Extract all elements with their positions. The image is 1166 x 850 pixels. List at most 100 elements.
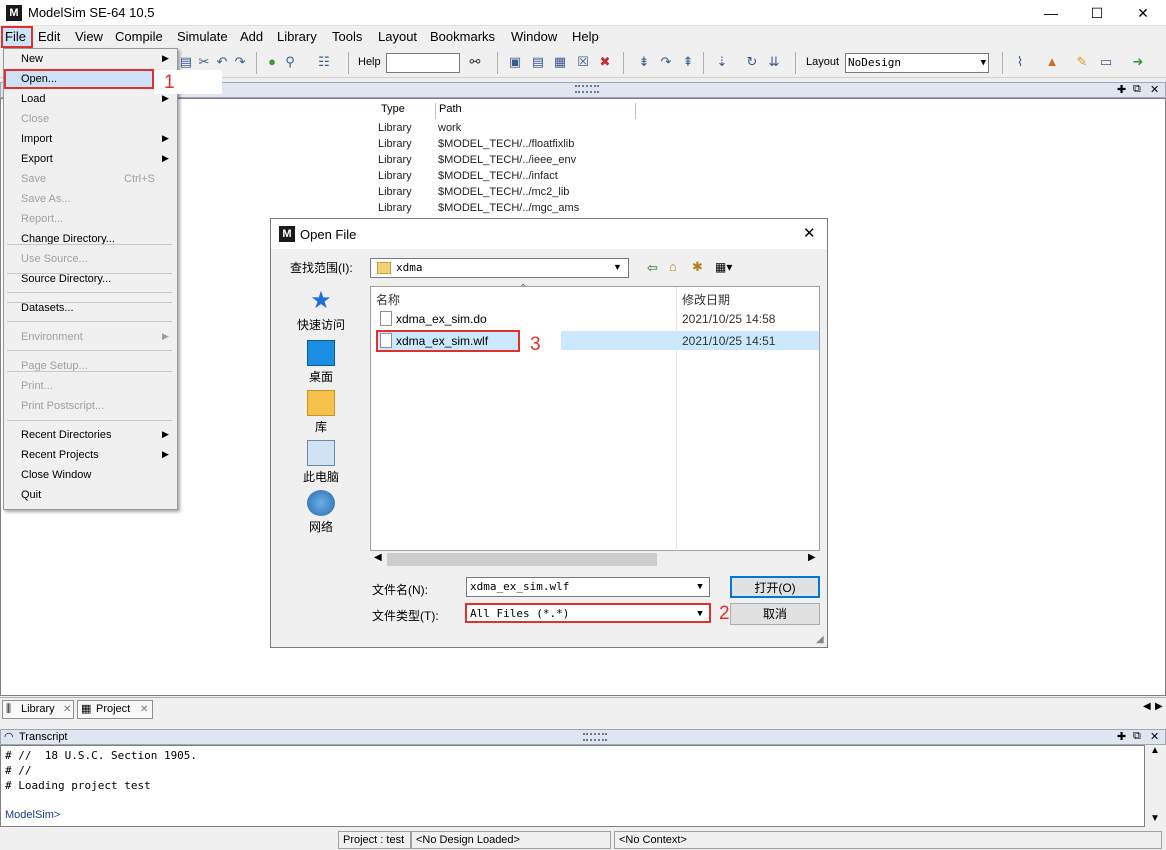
stop-icon[interactable]: ✖ xyxy=(597,54,613,70)
layout-select[interactable]: NoDesign ▼ xyxy=(845,53,989,73)
menu-edit[interactable]: Edit xyxy=(38,29,60,44)
library-row-path[interactable]: work xyxy=(438,122,461,134)
scroll-up-icon[interactable]: ▲ xyxy=(1150,745,1160,756)
menu-item-datasets[interactable]: Datasets... xyxy=(21,302,74,314)
scroll-left-icon[interactable]: ◀ xyxy=(1143,701,1151,712)
menu-bookmarks[interactable]: Bookmarks xyxy=(430,29,495,44)
tab-library[interactable]: ⫼ Library ✕ xyxy=(2,700,74,719)
file-name[interactable]: xdma_ex_sim.wlf xyxy=(396,334,488,348)
place-this-pc[interactable]: 此电脑 xyxy=(279,440,363,485)
menu-item-new[interactable]: New xyxy=(21,53,43,65)
new-folder-icon[interactable]: ✱ xyxy=(692,259,703,275)
toolbar-find-icon[interactable]: ⚲ xyxy=(282,54,298,70)
library-row-type[interactable]: Library xyxy=(378,170,412,182)
scroll-down-icon[interactable]: ▼ xyxy=(1150,813,1160,824)
break-icon[interactable]: ☒ xyxy=(575,54,591,70)
menu-item-export[interactable]: Export xyxy=(21,153,53,165)
column-header-name[interactable]: 名称 xyxy=(376,291,400,308)
dialog-close-icon[interactable]: ✕ xyxy=(803,224,816,242)
filetype-select[interactable]: All Files (*.*) ▼ xyxy=(465,603,711,623)
scroll-thumb[interactable] xyxy=(387,553,657,566)
column-header-modified[interactable]: 修改日期 xyxy=(682,291,730,308)
forward-icon[interactable]: ➜ xyxy=(1130,54,1146,70)
pane-add-icon[interactable]: ✚ xyxy=(1117,730,1126,743)
toolbar-cut-icon[interactable]: ✂ xyxy=(196,54,212,70)
horizontal-scrollbar[interactable]: ◀ ▶ xyxy=(370,551,820,568)
menu-item-open[interactable]: Open... xyxy=(21,73,57,85)
tab-close-icon[interactable]: ✕ xyxy=(63,701,71,718)
compile-icon[interactable]: ▣ xyxy=(507,54,523,70)
toolbar-go-icon[interactable]: ● xyxy=(264,54,280,70)
command-prompt[interactable]: ModelSim> xyxy=(5,809,60,821)
library-row-path[interactable]: $MODEL_TECH/../floatfixlib xyxy=(438,138,574,150)
back-icon[interactable]: ⇦ xyxy=(647,260,658,276)
minimize-button[interactable]: — xyxy=(1028,0,1074,26)
run-all-icon[interactable]: ⇊ xyxy=(766,54,782,70)
menu-tools[interactable]: Tools xyxy=(332,29,362,44)
toolbar-undo-icon[interactable]: ↶ xyxy=(214,54,230,70)
up-folder-icon[interactable]: ⌂ xyxy=(669,259,677,274)
resize-grip-icon[interactable]: ◢ xyxy=(816,634,824,645)
menu-item-load[interactable]: Load xyxy=(21,93,45,105)
tab-close-icon[interactable]: ✕ xyxy=(140,701,148,718)
library-row-path[interactable]: $MODEL_TECH/../mgc_ams xyxy=(438,202,579,214)
library-row-path[interactable]: $MODEL_TECH/../mc2_lib xyxy=(438,186,569,198)
help-search-input[interactable] xyxy=(386,53,460,73)
scroll-left-icon[interactable]: ◀ xyxy=(374,552,382,563)
library-row-path[interactable]: $MODEL_TECH/../ieee_env xyxy=(438,154,576,166)
run-icon[interactable]: ⇣ xyxy=(714,54,730,70)
menu-help[interactable]: Help xyxy=(572,29,599,44)
step-out-icon[interactable]: ⇞ xyxy=(680,54,696,70)
toolbar-redo-icon[interactable]: ↷ xyxy=(232,54,248,70)
maximize-button[interactable]: ☐ xyxy=(1074,0,1120,26)
open-button[interactable]: 打开(O) xyxy=(730,576,820,598)
menu-simulate[interactable]: Simulate xyxy=(177,29,228,44)
place-network[interactable]: 网络 xyxy=(279,490,363,535)
menu-library[interactable]: Library xyxy=(277,29,317,44)
library-row-type[interactable]: Library xyxy=(378,154,412,166)
menu-compile[interactable]: Compile xyxy=(115,29,163,44)
file-name[interactable]: xdma_ex_sim.do xyxy=(396,312,487,326)
tab-project[interactable]: ▦ Project ✕ xyxy=(77,700,153,719)
vertical-scrollbar[interactable]: ▲ ▼ xyxy=(1145,745,1166,827)
library-row-path[interactable]: $MODEL_TECH/../infact xyxy=(438,170,558,182)
wave-icon[interactable]: ⌇ xyxy=(1012,54,1028,70)
binoculars-icon[interactable]: ⚯ xyxy=(467,54,483,70)
pane-close-icon[interactable]: ✕ xyxy=(1150,730,1159,743)
scroll-right-icon[interactable]: ▶ xyxy=(808,552,816,563)
edit-icon[interactable]: ✎ xyxy=(1074,54,1090,70)
library-row-type[interactable]: Library xyxy=(378,122,412,134)
menu-item-recent-projects[interactable]: Recent Projects xyxy=(21,449,99,461)
toolbar-tree-icon[interactable]: ☷ xyxy=(316,54,332,70)
menu-item-import[interactable]: Import xyxy=(21,133,52,145)
place-libraries[interactable]: 库 xyxy=(279,390,363,435)
menu-view[interactable]: View xyxy=(75,29,103,44)
scroll-right-icon[interactable]: ▶ xyxy=(1155,701,1163,712)
pane-close-icon[interactable]: ✕ xyxy=(1150,83,1159,96)
column-header-type[interactable]: Type xyxy=(378,103,436,119)
pane-undock-icon[interactable]: ⧉ xyxy=(1133,730,1141,743)
simulate-icon[interactable]: ▦ xyxy=(552,54,568,70)
menu-item-recent-directories[interactable]: Recent Directories xyxy=(21,429,111,441)
pane-undock-icon[interactable]: ⧉ xyxy=(1133,83,1141,96)
menu-item-close-window[interactable]: Close Window xyxy=(21,469,91,481)
pane-grip-icon[interactable] xyxy=(583,733,607,741)
menu-item-quit[interactable]: Quit xyxy=(21,489,41,501)
menu-window[interactable]: Window xyxy=(511,29,557,44)
place-desktop[interactable]: 桌面 xyxy=(279,340,363,385)
menu-file-active[interactable]: File xyxy=(5,29,26,44)
library-row-type[interactable]: Library xyxy=(378,202,412,214)
filename-input[interactable]: xdma_ex_sim.wlf ▼ xyxy=(466,577,710,597)
menu-layout[interactable]: Layout xyxy=(378,29,417,44)
lookin-select[interactable]: xdma ▼ xyxy=(370,258,629,278)
pane-add-icon[interactable]: ✚ xyxy=(1117,83,1126,96)
transcript-console[interactable]: # // 18 U.S.C. Section 1905. # // # Load… xyxy=(0,745,1145,827)
toolbar-print-icon[interactable]: ▤ xyxy=(178,54,194,70)
cancel-button[interactable]: 取消 xyxy=(730,603,820,625)
column-header-path[interactable]: Path xyxy=(436,103,636,119)
step-into-icon[interactable]: ⇟ xyxy=(636,54,652,70)
menu-add[interactable]: Add xyxy=(240,29,263,44)
cursor-icon[interactable]: ▲ xyxy=(1044,54,1060,70)
place-quick-access[interactable]: ★ 快速访问 xyxy=(279,288,363,333)
menu-item-source-directory[interactable]: Source Directory... xyxy=(21,273,111,285)
